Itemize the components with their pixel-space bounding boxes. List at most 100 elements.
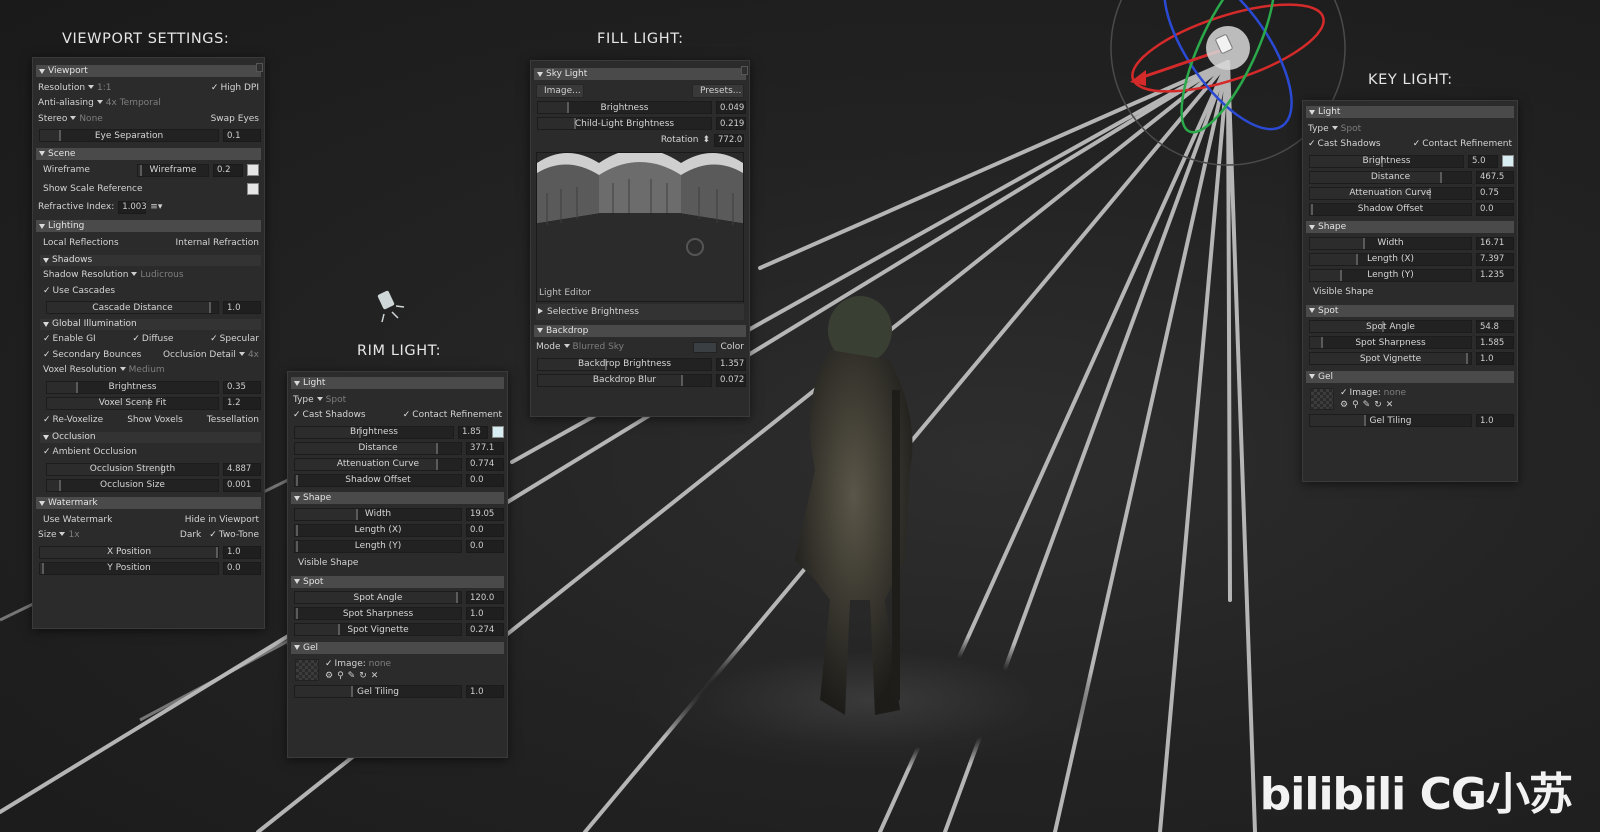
backdrop-blur-field[interactable]: 0.072	[716, 373, 746, 387]
eye-separation-slider[interactable]: Eye Separation 0.1	[39, 129, 261, 143]
spot-sharpness-slider[interactable]: Spot Sharpness 1.0	[294, 607, 504, 621]
length-x-slider[interactable]: Length (X) 7.397	[1309, 252, 1514, 266]
length-y-field[interactable]: 1.235	[1476, 268, 1514, 282]
length-x-field[interactable]: 0.0	[466, 523, 504, 537]
section-header-light[interactable]: Light	[291, 377, 504, 389]
wireframe-color-swatch[interactable]	[247, 164, 259, 177]
occlusion-size-slider[interactable]: Occlusion Size 0.001	[46, 478, 261, 492]
width-slider[interactable]: Width 19.05	[294, 507, 504, 521]
backdrop-mode-select[interactable]: Blurred Sky	[573, 342, 624, 352]
x-position-field[interactable]: 1.0	[223, 545, 261, 559]
magnifier-icon[interactable]: ⚲	[337, 671, 344, 681]
visible-shape-checkbox[interactable]: Visible Shape	[298, 558, 358, 568]
spot-vignette-slider[interactable]: Spot Vignette 0.274	[294, 623, 504, 637]
gel-tiling-slider[interactable]: Gel Tiling 1.0	[1309, 414, 1514, 428]
close-icon[interactable]: ✕	[371, 671, 379, 681]
sky-light-preview[interactable]: Light Editor	[536, 152, 744, 302]
length-x-slider[interactable]: Length (X) 0.0	[294, 523, 504, 537]
dropdown-arrow-icon[interactable]	[70, 115, 77, 120]
spot-angle-slider[interactable]: Spot Angle 120.0	[294, 591, 504, 605]
secondary-bounces-checkbox[interactable]: ✓ Secondary Bounces	[43, 350, 141, 360]
occlusion-detail-select[interactable]: 4x	[248, 350, 259, 360]
width-field[interactable]: 19.05	[466, 507, 504, 521]
distance-slider[interactable]: Distance 377.1	[294, 441, 504, 455]
enable-gi-checkbox[interactable]: ✓ Enable GI	[43, 334, 96, 344]
contact-refinement-checkbox[interactable]: ✓ Contact Refinement	[403, 410, 502, 420]
section-header-light[interactable]: Light	[1306, 106, 1514, 118]
gear-icon[interactable]: ⚙	[1340, 400, 1348, 410]
visible-shape-checkbox[interactable]: Visible Shape	[1313, 287, 1373, 297]
spot-angle-slider[interactable]: Spot Angle 54.8	[1309, 320, 1514, 334]
gel-texture-thumbnail[interactable]	[1310, 387, 1334, 410]
distance-field[interactable]: 377.1	[466, 441, 504, 455]
shadow-offset-field[interactable]: 0.0	[466, 473, 504, 487]
tessellation-checkbox[interactable]: Tessellation	[207, 415, 259, 425]
dropdown-arrow-icon[interactable]	[119, 367, 126, 372]
gel-image-checkbox[interactable]: ✓ Image: none	[1340, 388, 1406, 398]
section-header-shape[interactable]: Shape	[291, 492, 504, 504]
sky-brightness-field[interactable]: 0.049	[716, 101, 746, 114]
section-header-gel[interactable]: Gel	[291, 641, 504, 654]
sky-brightness-slider[interactable]: Brightness 0.049	[537, 101, 746, 115]
section-header-spot[interactable]: Spot	[291, 575, 504, 588]
panel-scroll-button[interactable]	[741, 66, 748, 75]
spot-vignette-slider[interactable]: Spot Vignette 1.0	[1309, 352, 1514, 366]
distance-field[interactable]: 467.5	[1476, 170, 1514, 184]
use-cascades-checkbox[interactable]: ✓ Use Cascades	[43, 286, 115, 296]
local-reflections-checkbox[interactable]: Local Reflections	[43, 238, 119, 248]
spot-sharpness-field[interactable]: 1.0	[466, 607, 504, 620]
brightness-field[interactable]: 5.0	[1468, 154, 1498, 168]
section-header-scene[interactable]: Scene	[36, 147, 261, 160]
stereo-select[interactable]: None	[79, 114, 102, 124]
dropdown-arrow-icon[interactable]	[238, 351, 245, 356]
backdrop-brightness-field[interactable]: 1.357	[716, 357, 746, 371]
watermark-size-select[interactable]: 1x	[68, 530, 79, 540]
backdrop-blur-slider[interactable]: Backdrop Blur 0.072	[537, 373, 746, 387]
type-select[interactable]: Spot	[1341, 124, 1361, 134]
shadow-offset-slider[interactable]: Shadow Offset 0.0	[1309, 202, 1514, 216]
high-dpi-checkbox[interactable]: ✓ High DPI	[211, 83, 259, 93]
spot-vignette-field[interactable]: 0.274	[466, 623, 504, 636]
dropdown-arrow-icon[interactable]	[131, 272, 138, 277]
refractive-index-field[interactable]: 1.003	[118, 200, 147, 214]
shadow-resolution-select[interactable]: Ludicrous	[140, 270, 183, 280]
brightness-slider[interactable]: Brightness 5.0	[1309, 154, 1514, 168]
gel-tiling-slider[interactable]: Gel Tiling 1.0	[294, 685, 504, 699]
spot-sharpness-field[interactable]: 1.585	[1476, 336, 1514, 349]
dropdown-arrow-icon[interactable]	[96, 100, 103, 105]
voxel-scene-fit-slider[interactable]: Voxel Scene Fit 1.2	[46, 396, 261, 410]
rotation-stepper-icon[interactable]: ⬍	[702, 135, 710, 145]
section-header-gel[interactable]: Gel	[1306, 370, 1514, 383]
eyedropper-icon[interactable]: ✎	[348, 671, 356, 681]
dark-checkbox[interactable]: Dark	[180, 530, 201, 540]
section-header-lighting[interactable]: Lighting	[36, 220, 261, 232]
gel-tiling-field[interactable]: 1.0	[1476, 414, 1514, 427]
dropdown-arrow-icon[interactable]	[563, 344, 570, 349]
refresh-icon[interactable]: ↻	[359, 671, 367, 681]
section-header-spot[interactable]: Spot	[1306, 304, 1514, 317]
gear-icon[interactable]: ⚙	[325, 671, 333, 681]
wireframe-checkbox[interactable]: Wireframe	[43, 165, 90, 175]
gel-image-checkbox[interactable]: ✓ Image: none	[325, 659, 391, 669]
light-editor-label[interactable]: Light Editor	[539, 288, 591, 298]
length-y-slider[interactable]: Length (Y) 0.0	[294, 539, 504, 553]
voxel-scene-fit-field[interactable]: 1.2	[223, 396, 261, 410]
wireframe-field[interactable]: 0.2	[213, 163, 243, 177]
dropdown-arrow-icon[interactable]	[316, 396, 323, 401]
spot-angle-field[interactable]: 54.8	[1476, 320, 1514, 333]
eyedropper-icon[interactable]: ✎	[1363, 400, 1371, 410]
panel-scroll-button[interactable]	[256, 63, 263, 72]
shadow-offset-field[interactable]: 0.0	[1476, 202, 1514, 216]
occlusion-strength-slider[interactable]: Occlusion Strength 4.887	[46, 462, 261, 476]
spot-vignette-field[interactable]: 1.0	[1476, 352, 1514, 365]
revoxelize-checkbox[interactable]: ✓ Re-Voxelize	[43, 415, 103, 425]
spot-angle-field[interactable]: 120.0	[466, 591, 504, 604]
section-header-watermark[interactable]: Watermark	[36, 497, 261, 509]
brightness-slider[interactable]: Brightness 1.85	[294, 425, 504, 439]
specular-checkbox[interactable]: ✓ Specular	[210, 334, 259, 344]
length-y-slider[interactable]: Length (Y) 1.235	[1309, 268, 1514, 282]
gi-brightness-field[interactable]: 0.35	[223, 380, 261, 394]
rotation-field[interactable]: 772.0	[714, 133, 744, 147]
menu-icon[interactable]: ≡▾	[150, 202, 162, 212]
shadow-offset-slider[interactable]: Shadow Offset 0.0	[294, 473, 504, 487]
